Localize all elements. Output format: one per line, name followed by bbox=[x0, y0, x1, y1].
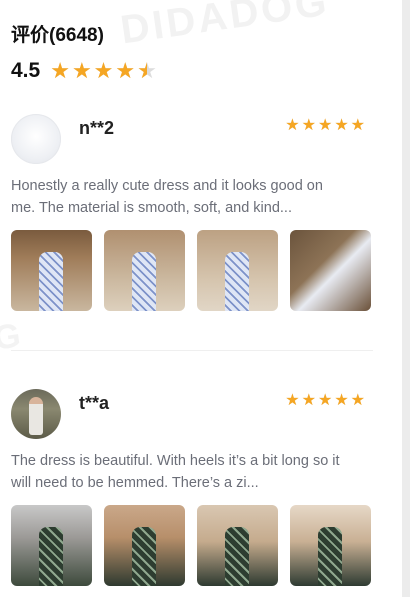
review-divider bbox=[11, 350, 373, 351]
review-text[interactable]: Honestly a really cute dress and it look… bbox=[11, 175, 351, 219]
rating-stars: ★★★★★★★★★★ bbox=[50, 60, 157, 82]
review-photos bbox=[11, 505, 371, 586]
review-photo[interactable] bbox=[11, 230, 92, 311]
review-text[interactable]: The dress is beautiful. With heels it’s … bbox=[11, 450, 351, 494]
review-photo[interactable] bbox=[197, 230, 278, 311]
review-stars: ★ ★ ★ ★ ★ ★ ★ ★ ★ ★ bbox=[285, 393, 365, 409]
star-icon: ★★ bbox=[285, 117, 300, 134]
star-icon: ★★ bbox=[350, 392, 365, 409]
review-photo[interactable] bbox=[290, 230, 371, 311]
average-rating: 4.5 bbox=[11, 59, 41, 82]
reviews-title: 评价(6648) bbox=[11, 25, 104, 46]
star-icon: ★★ bbox=[301, 117, 316, 134]
watermark-logo: G bbox=[0, 316, 23, 358]
star-icon: ★★ bbox=[93, 58, 114, 83]
scrollbar-track[interactable] bbox=[402, 0, 410, 597]
star-icon: ★★ bbox=[350, 117, 365, 134]
star-icon: ★★ bbox=[317, 392, 333, 409]
review-photo[interactable] bbox=[197, 505, 278, 586]
star-icon: ★★ bbox=[137, 58, 157, 83]
rating-summary: 4.5 ★★★★★★★★★★ bbox=[11, 59, 157, 83]
review-username: t**a bbox=[79, 393, 110, 413]
star-icon: ★★ bbox=[334, 117, 349, 134]
review-stars: ★ ★ ★ ★ ★ ★ ★ ★ ★ ★ bbox=[285, 118, 365, 134]
review-photo[interactable] bbox=[11, 505, 92, 586]
star-icon: ★★ bbox=[50, 58, 70, 83]
review-photo[interactable] bbox=[290, 505, 371, 586]
review-photo[interactable] bbox=[104, 230, 185, 311]
avatar[interactable] bbox=[11, 114, 61, 164]
review-photos bbox=[11, 230, 371, 311]
star-icon: ★★ bbox=[115, 58, 136, 83]
star-icon: ★★ bbox=[334, 392, 349, 409]
star-icon: ★★ bbox=[301, 392, 316, 409]
avatar[interactable] bbox=[11, 389, 61, 439]
review-username: n**2 bbox=[79, 118, 115, 138]
star-icon: ★★ bbox=[317, 117, 333, 134]
watermark-logo: DIDADOG bbox=[117, 0, 332, 53]
review-photo[interactable] bbox=[104, 505, 185, 586]
star-icon: ★★ bbox=[71, 58, 92, 83]
star-icon: ★★ bbox=[285, 392, 300, 409]
